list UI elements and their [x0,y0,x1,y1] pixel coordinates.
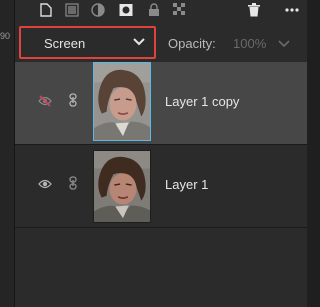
layer-row[interactable]: Layer 1 copy [15,62,307,145]
layers-toolbar [15,0,307,22]
blend-mode-dropdown[interactable]: Screen [19,26,156,59]
mask-icon[interactable] [119,3,133,17]
layer-thumbnail[interactable] [93,62,151,141]
left-panel-strip: 90 [0,0,15,307]
more-icon[interactable] [285,3,299,17]
blend-mode-value: Screen [44,36,86,51]
layer-options-row: Screen Opacity: 100% [15,22,307,62]
opacity-label: Opacity: [168,36,216,51]
opacity-chevron-down-icon[interactable] [278,39,290,48]
checkerboard-icon[interactable] [173,3,187,17]
layer-row[interactable]: Layer 1 [15,145,307,228]
half-circle-icon[interactable] [91,3,105,17]
adjustment-icon[interactable] [65,3,79,17]
eye-hidden-icon[interactable] [38,95,52,107]
new-layer-icon[interactable] [39,3,53,17]
layers-panel: Screen Opacity: 100% Layer 1 copy Layer … [15,0,307,307]
layers-empty-area [15,228,307,307]
lock-icon[interactable] [147,3,161,17]
opacity-value[interactable]: 100% [233,36,266,51]
layer-name: Layer 1 [165,177,209,192]
layer-thumbnail[interactable] [93,150,151,223]
chevron-down-icon [133,38,145,46]
layers-list: Layer 1 copy Layer 1 [15,62,307,228]
layer-name: Layer 1 copy [165,94,240,109]
left-strip-text: 90 [0,31,11,41]
link-icon[interactable] [69,93,77,107]
link-icon[interactable] [69,176,77,190]
trash-icon[interactable] [247,3,261,17]
eye-icon[interactable] [38,178,52,190]
